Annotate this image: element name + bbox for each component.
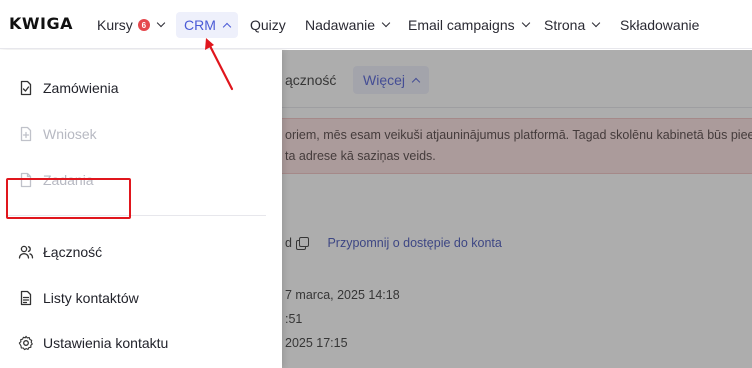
menu-item-label: Wniosek	[43, 126, 97, 142]
menu-item-label: Zamówienia	[43, 80, 119, 96]
nav-nadawanie-label: Nadawanie	[305, 17, 376, 33]
top-navigation: KWIGA Kursy 6 CRM Quizy Nadawanie Email …	[0, 0, 752, 49]
chevron-down-icon	[381, 18, 391, 28]
gear-icon	[18, 335, 34, 351]
menu-item-label: Łączność	[43, 244, 103, 260]
annotation-highlight-box	[6, 178, 131, 219]
users-icon	[18, 244, 34, 260]
menu-item-zamowienia[interactable]: Zamówienia	[18, 76, 118, 100]
chevron-down-icon	[521, 18, 530, 28]
nav-kursy[interactable]: Kursy 6	[97, 12, 166, 38]
nav-crm-label: CRM	[184, 17, 216, 33]
document-check-icon	[18, 80, 34, 96]
nav-skladowanie[interactable]: Składowanie	[620, 12, 699, 38]
chevron-down-icon	[156, 18, 166, 28]
menu-item-lacznosc[interactable]: Łączność	[18, 240, 102, 264]
nav-email-campaigns[interactable]: Email campaigns	[408, 12, 530, 38]
document-lines-icon	[18, 290, 34, 306]
menu-item-ustawienia-kontaktu[interactable]: Ustawienia kontaktu	[18, 331, 168, 355]
nav-nadawanie[interactable]: Nadawanie	[305, 12, 391, 38]
chevron-up-icon	[222, 22, 232, 31]
nav-quizy-label: Quizy	[250, 17, 286, 33]
chevron-down-icon	[592, 18, 601, 28]
logo[interactable]: KWIGA	[9, 14, 73, 33]
menu-item-wniosek[interactable]: Wniosek	[18, 122, 97, 146]
nav-skladowanie-label: Składowanie	[620, 17, 700, 33]
nav-crm[interactable]: CRM	[176, 12, 238, 38]
nav-strona-label: Strona	[544, 17, 586, 33]
nav-kursy-label: Kursy	[97, 17, 133, 33]
annotation-arrow-icon	[205, 38, 234, 91]
nav-email-campaigns-label: Email campaigns	[408, 17, 515, 33]
nav-quizy[interactable]: Quizy	[250, 12, 286, 38]
menu-item-listy-kontaktow[interactable]: Listy kontaktów	[18, 286, 139, 310]
notification-badge: 6	[137, 19, 150, 31]
document-plus-icon	[18, 126, 34, 142]
nav-strona[interactable]: Strona	[544, 12, 601, 38]
menu-item-label: Ustawienia kontaktu	[43, 335, 169, 351]
menu-item-label: Listy kontaktów	[43, 290, 139, 306]
